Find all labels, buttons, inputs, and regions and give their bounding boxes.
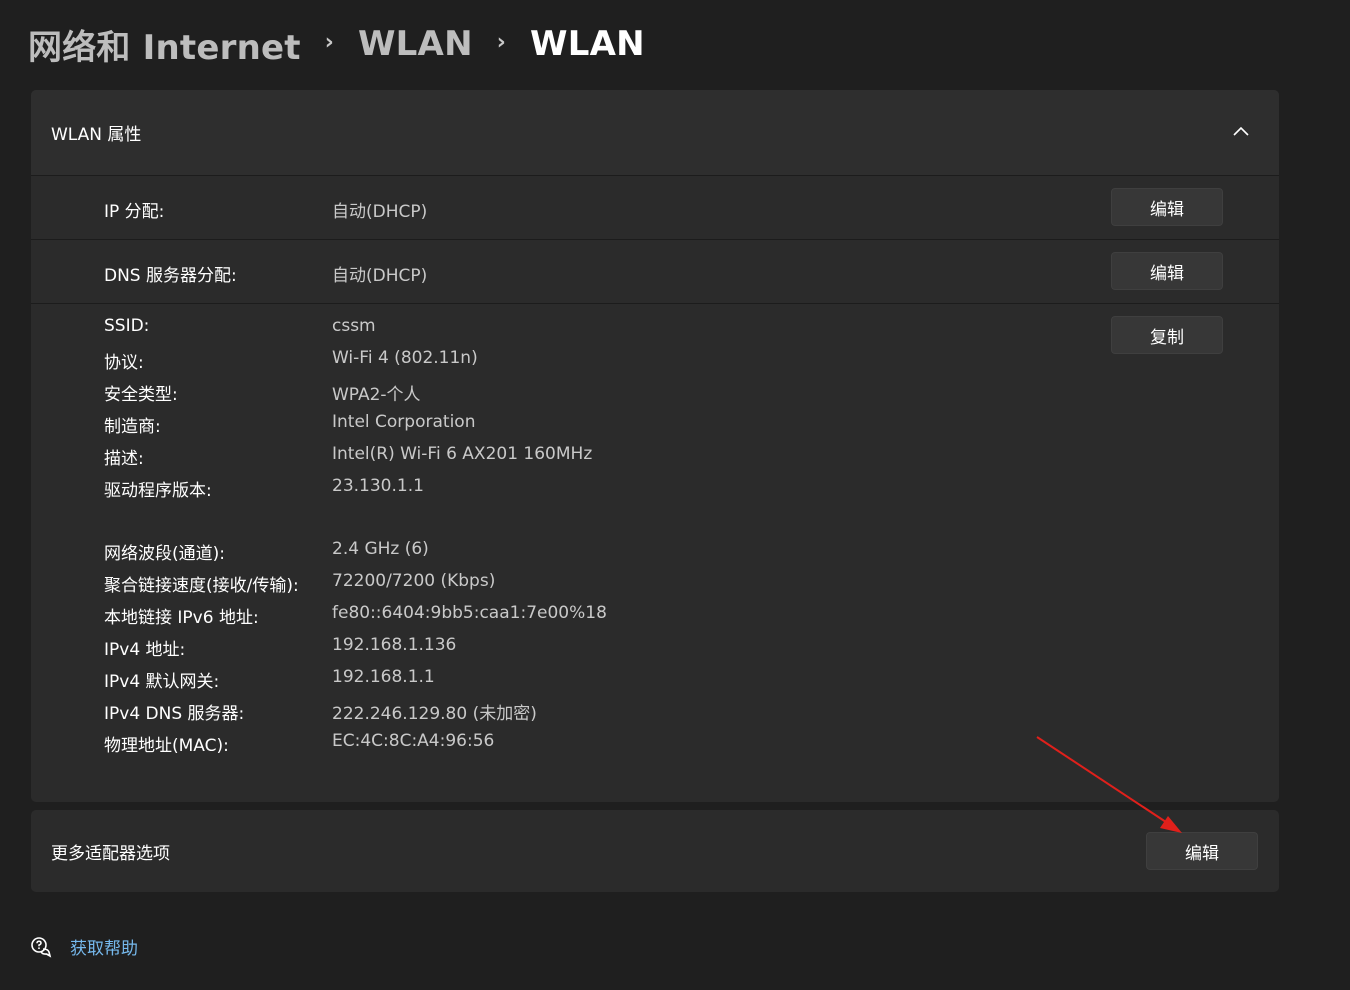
dns-assignment-label: DNS 服务器分配:: [104, 266, 237, 286]
breadcrumb: 网络和 Internet › WLAN › WLAN: [28, 20, 645, 68]
link-speed-label: 聚合链接速度(接收/传输):: [104, 576, 299, 596]
chevron-up-icon[interactable]: [1233, 126, 1249, 136]
ip-edit-button[interactable]: 编辑: [1111, 188, 1223, 226]
wlan-properties-header[interactable]: WLAN 属性: [31, 90, 1279, 176]
dns-assignment-value: 自动(DHCP): [332, 266, 428, 286]
ssid-value: cssm: [332, 316, 376, 336]
breadcrumb-separator-icon: ›: [496, 29, 507, 55]
list-item: 协议: Wi-Fi 4 (802.11n): [31, 348, 1279, 380]
breadcrumb-wlan[interactable]: WLAN: [358, 24, 473, 64]
mac-address-label: 物理地址(MAC):: [104, 736, 229, 756]
ipv4-gateway-value: 192.168.1.1: [332, 667, 435, 687]
network-band-label: 网络波段(通道):: [104, 544, 225, 564]
breadcrumb-network-internet[interactable]: 网络和 Internet: [28, 20, 301, 69]
dns-assignment-row: DNS 服务器分配: 自动(DHCP) 编辑: [31, 240, 1279, 304]
detail-group-spacer: [31, 508, 1279, 539]
copy-button[interactable]: 复制: [1111, 316, 1223, 354]
ipv4-dns-value: 222.246.129.80 (未加密): [332, 704, 537, 724]
ipv6-address-value: fe80::6404:9bb5:caa1:7e00%18: [332, 603, 607, 623]
list-item: 聚合链接速度(接收/传输): 72200/7200 (Kbps): [31, 571, 1279, 603]
more-adapter-options-title: 更多适配器选项: [51, 843, 170, 864]
security-type-value: WPA2-个人: [332, 385, 421, 405]
list-item: 制造商: Intel Corporation: [31, 412, 1279, 444]
ip-assignment-row: IP 分配: 自动(DHCP) 编辑: [31, 176, 1279, 240]
more-options-edit-button[interactable]: 编辑: [1146, 832, 1258, 870]
manufacturer-value: Intel Corporation: [332, 412, 476, 432]
description-label: 描述:: [104, 449, 144, 469]
list-item: 安全类型: WPA2-个人: [31, 380, 1279, 412]
list-item: 驱动程序版本: 23.130.1.1: [31, 476, 1279, 508]
network-band-value: 2.4 GHz (6): [332, 539, 429, 559]
help-chat-icon: [31, 936, 52, 958]
list-item: IPv4 DNS 服务器: 222.246.129.80 (未加密): [31, 699, 1279, 731]
wlan-properties-title: WLAN 属性: [51, 125, 142, 145]
list-item: 物理地址(MAC): EC:4C:8C:A4:96:56: [31, 731, 1279, 763]
dns-edit-button[interactable]: 编辑: [1111, 252, 1223, 290]
list-item: IPv4 默认网关: 192.168.1.1: [31, 667, 1279, 699]
ipv4-gateway-label: IPv4 默认网关:: [104, 672, 220, 692]
ipv4-address-label: IPv4 地址:: [104, 640, 186, 660]
network-details-row: SSID: cssm 协议: Wi-Fi 4 (802.11n) 安全类型: W…: [31, 304, 1279, 801]
protocol-label: 协议:: [104, 353, 144, 373]
breadcrumb-separator-icon: ›: [324, 29, 334, 55]
security-type-label: 安全类型:: [104, 385, 178, 405]
ip-assignment-value: 自动(DHCP): [332, 202, 428, 222]
list-item: 描述: Intel(R) Wi-Fi 6 AX201 160MHz: [31, 444, 1279, 476]
list-item: 网络波段(通道): 2.4 GHz (6): [31, 539, 1279, 571]
protocol-value: Wi-Fi 4 (802.11n): [332, 348, 478, 368]
list-item: 本地链接 IPv6 地址: fe80::6404:9bb5:caa1:7e00%…: [31, 603, 1279, 635]
mac-address-value: EC:4C:8C:A4:96:56: [332, 731, 495, 751]
ipv4-dns-label: IPv4 DNS 服务器:: [104, 704, 245, 724]
wlan-properties-card: WLAN 属性 IP 分配: 自动(DHCP) 编辑 DNS 服务器分配: 自动…: [31, 90, 1279, 802]
more-adapter-options-card: 更多适配器选项 编辑: [31, 810, 1279, 892]
get-help-label: 获取帮助: [70, 939, 138, 959]
list-item: SSID: cssm: [31, 316, 1279, 348]
page-title: WLAN: [530, 24, 645, 64]
list-item: IPv4 地址: 192.168.1.136: [31, 635, 1279, 667]
description-value: Intel(R) Wi-Fi 6 AX201 160MHz: [332, 444, 593, 464]
settings-page: 网络和 Internet › WLAN › WLAN WLAN 属性 IP 分配…: [0, 0, 1350, 990]
ip-assignment-label: IP 分配:: [104, 202, 165, 222]
driver-version-value: 23.130.1.1: [332, 476, 424, 496]
driver-version-label: 驱动程序版本:: [104, 481, 212, 501]
ipv4-address-value: 192.168.1.136: [332, 635, 457, 655]
get-help-link[interactable]: 获取帮助: [30, 934, 138, 959]
link-speed-value: 72200/7200 (Kbps): [332, 571, 496, 591]
ipv6-address-label: 本地链接 IPv6 地址:: [104, 608, 259, 628]
manufacturer-label: 制造商:: [104, 417, 161, 437]
network-details-list: SSID: cssm 协议: Wi-Fi 4 (802.11n) 安全类型: W…: [31, 316, 1279, 763]
ssid-label: SSID:: [104, 316, 150, 336]
